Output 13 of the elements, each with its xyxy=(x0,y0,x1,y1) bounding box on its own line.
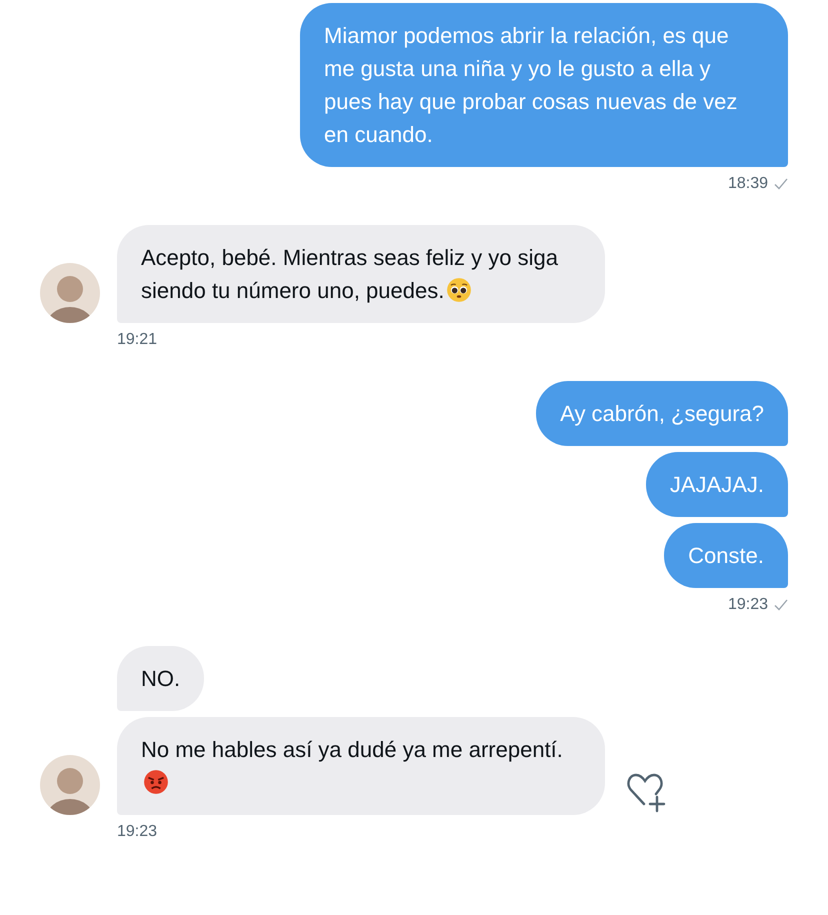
message-time: 19:23 xyxy=(117,823,158,841)
received-message: Acepto, bebé. Mientras seas feliz y yo siga siendo tu número uno, puedes. xyxy=(117,225,605,323)
pleading-face-icon xyxy=(446,277,472,303)
message-time: 19:23 xyxy=(728,596,768,614)
message-time: 19:21 xyxy=(117,331,158,349)
sent-message: Conste. xyxy=(664,523,788,588)
message-time: 18:39 xyxy=(728,175,768,193)
received-message: No me hables así ya dudé ya me arrepentí. xyxy=(117,717,605,815)
received-message: NO. xyxy=(117,646,204,711)
sent-message: Miamor podemos abrir la relación, es que me gusta una niña y yo le gusto a ella y pues hay que probar cosas nuevas de vez en cuando. xyxy=(300,3,788,167)
sent-message: Ay cabrón, ¿segura? xyxy=(536,381,788,446)
angry-face-icon xyxy=(143,769,169,795)
sent-message: JAJAJAJ. xyxy=(646,452,788,517)
